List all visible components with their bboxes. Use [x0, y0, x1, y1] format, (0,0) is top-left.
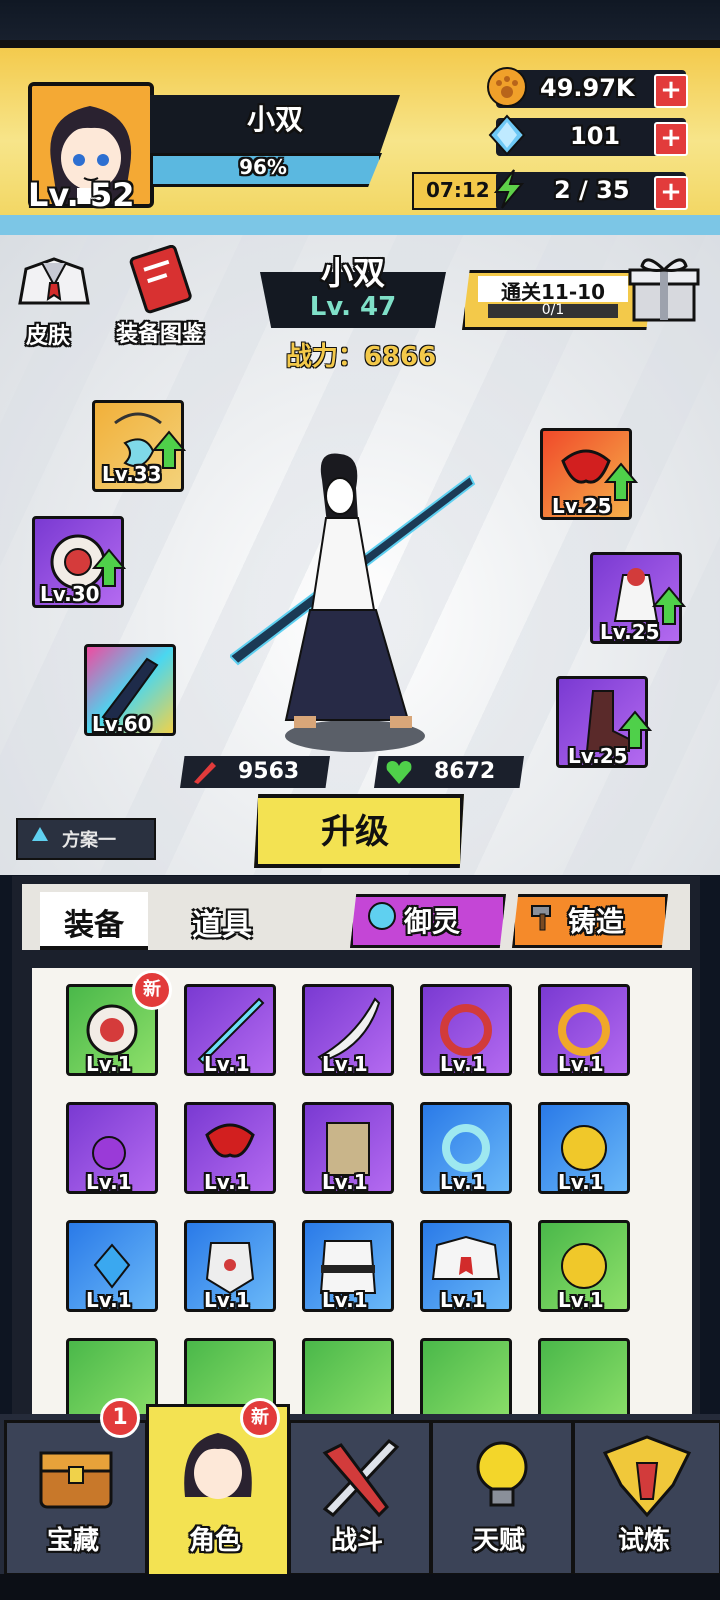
book-icon[interactable]: [126, 244, 196, 315]
combat-power: 战力：6866: [285, 342, 437, 372]
upgrade-arrow-icon: [651, 586, 687, 626]
new-badge: 新: [132, 970, 172, 1010]
add-coin-button[interactable]: +: [654, 74, 688, 108]
quest-title: 通关11-10: [501, 280, 605, 304]
spirit-icon: [366, 900, 398, 932]
triangle-up-icon: [30, 824, 50, 844]
inventory-item-level: Lv.1: [322, 1052, 368, 1076]
equip-slot-level: Lv.60: [92, 712, 152, 736]
inventory-item-level: Lv.1: [322, 1170, 368, 1194]
add-energy-button[interactable]: +: [654, 176, 688, 210]
inventory-item[interactable]: [420, 1338, 512, 1414]
nav-trial-label[interactable]: 试炼: [572, 1520, 716, 1557]
inventory-item-level: Lv.1: [204, 1052, 250, 1076]
inventory-item-level: Lv.1: [558, 1170, 604, 1194]
tab-items[interactable]: 道具: [168, 900, 276, 944]
inventory-item-level: Lv.1: [440, 1170, 486, 1194]
quest-progress: 0/1: [541, 302, 565, 318]
inventory-item-level: Lv.1: [322, 1288, 368, 1312]
preset-label[interactable]: 方案一: [62, 826, 116, 852]
catalog-label[interactable]: 装备图鉴: [116, 316, 204, 348]
nav-talent-label[interactable]: 天赋: [430, 1520, 568, 1557]
forge-button-label[interactable]: 铸造: [568, 900, 624, 940]
player-name: 小双: [246, 103, 303, 136]
upgrade-arrow-icon: [617, 710, 653, 750]
hammer-icon: [528, 900, 560, 932]
header-stripe: [0, 215, 720, 235]
tab-equipment-label[interactable]: 装备: [40, 900, 148, 944]
inventory-item-level: Lv.1: [440, 1052, 486, 1076]
sailor-uniform-icon[interactable]: [14, 255, 94, 315]
lightning-icon: [488, 168, 530, 210]
sword-icon: [190, 758, 220, 786]
player-exp-text: 96%: [239, 155, 287, 179]
inventory-item-level: Lv.1: [558, 1288, 604, 1312]
role-badge: 新: [240, 1398, 280, 1438]
gem-value: 101: [570, 122, 621, 150]
inventory-item-level: Lv.1: [86, 1288, 132, 1312]
inventory-item-level: Lv.1: [86, 1052, 132, 1076]
equip-slot-level: Lv.25: [600, 620, 660, 644]
bottom-bar: [0, 1574, 720, 1600]
player-level: Lv. 52: [28, 176, 135, 214]
character-name: 小双: [320, 254, 385, 292]
upgrade-arrow-icon: [603, 462, 639, 502]
inventory-item[interactable]: [302, 1338, 394, 1414]
inventory-item-level: Lv.1: [558, 1052, 604, 1076]
inventory-grid: Lv.1 新 Lv.1 Lv.1 Lv.1 Lv.1 Lv.1 Lv.1 Lv.…: [32, 968, 692, 1414]
character-figure: [228, 440, 480, 760]
upgrade-arrow-icon: [91, 548, 127, 588]
gift-box-icon[interactable]: [626, 252, 702, 324]
equip-slot-level: Lv.30: [40, 582, 100, 606]
header-divider: [0, 40, 720, 48]
paw-coin-icon: [486, 66, 528, 108]
inventory-item-level: Lv.1: [204, 1288, 250, 1312]
attack-value: 9563: [238, 759, 300, 784]
upgrade-arrow-icon: [151, 430, 187, 470]
treasure-badge: 1: [100, 1398, 140, 1438]
add-gem-button[interactable]: +: [654, 122, 688, 156]
nav-role-label[interactable]: 角色: [146, 1520, 284, 1557]
diamond-icon: [486, 114, 528, 156]
nav-treasure-label[interactable]: 宝藏: [4, 1520, 142, 1557]
inventory-item-level: Lv.1: [204, 1170, 250, 1194]
upgrade-button-label[interactable]: 升级: [254, 804, 456, 853]
hp-value: 8672: [434, 759, 496, 784]
energy-value: 2 / 35: [554, 176, 630, 204]
nav-battle-label[interactable]: 战斗: [288, 1520, 426, 1557]
equip-slot-level: Lv.25: [552, 494, 612, 518]
inventory-item-level: Lv.1: [86, 1170, 132, 1194]
inventory-item[interactable]: [538, 1338, 630, 1414]
energy-timer: 07:12: [426, 178, 490, 202]
heart-icon: [384, 758, 414, 786]
spirit-button-label[interactable]: 御灵: [404, 900, 460, 940]
character-level: Lv. 47: [309, 292, 397, 322]
inventory-item-level: Lv.1: [440, 1288, 486, 1312]
coin-value: 49.97K: [540, 74, 635, 102]
skin-label[interactable]: 皮肤: [26, 318, 70, 350]
